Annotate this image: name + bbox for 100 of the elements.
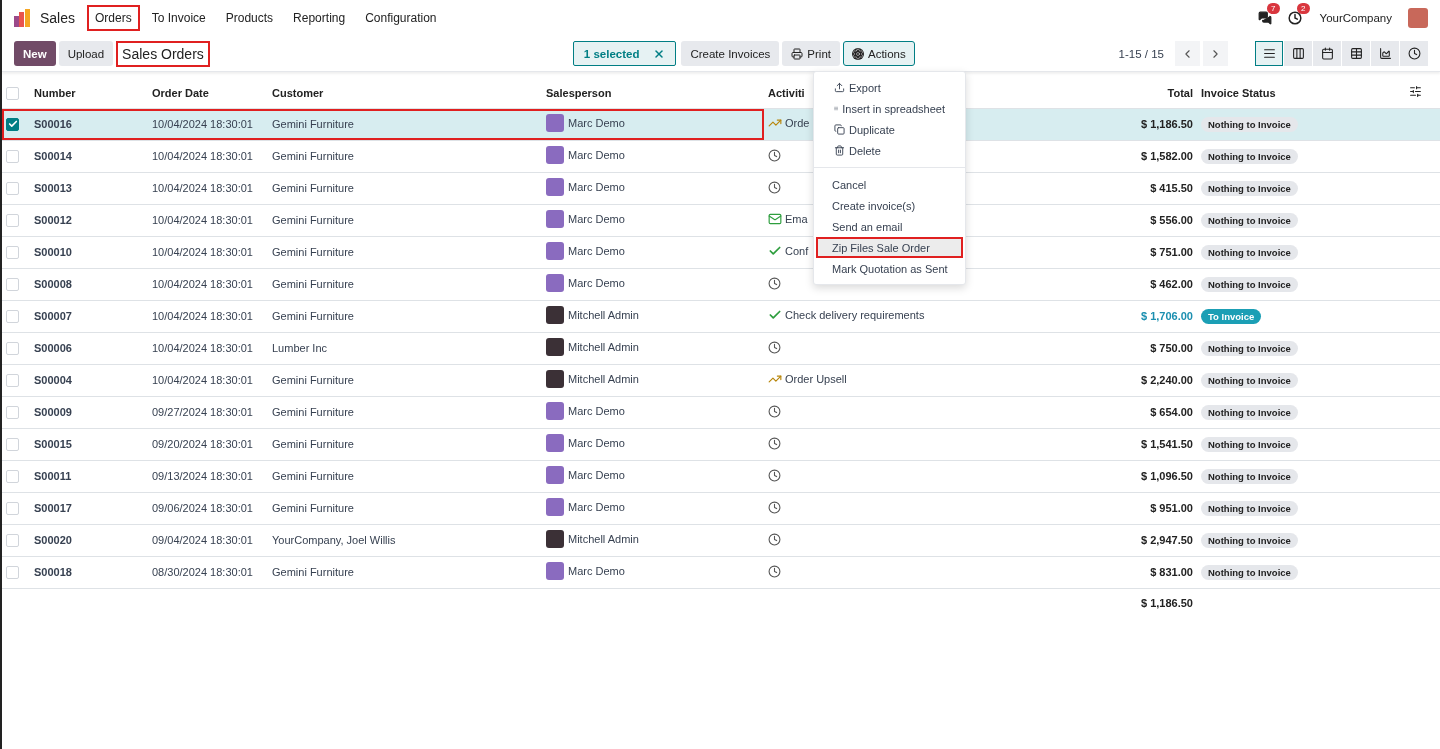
dropdown-menu-item[interactable]: Create invoice(s) xyxy=(816,195,963,216)
view-switch-button[interactable] xyxy=(1400,41,1428,66)
order-number: S00011 xyxy=(34,470,72,482)
column-header[interactable]: Salesperson xyxy=(546,86,612,99)
area-chart-icon xyxy=(1378,47,1392,60)
activity-text: Conf xyxy=(785,245,809,257)
customer-name: Gemini Furniture xyxy=(272,182,354,194)
order-total: $ 1,582.00 xyxy=(1141,150,1193,162)
view-switch-button[interactable] xyxy=(1284,41,1312,66)
count-badge: 7 xyxy=(1267,3,1280,14)
customer-name: Gemini Furniture xyxy=(272,502,354,514)
order-number: S00008 xyxy=(34,278,72,290)
order-total: $ 2,240.00 xyxy=(1141,374,1193,386)
order-date: 10/04/2024 18:30:01 xyxy=(152,182,253,194)
column-header[interactable]: Invoice Status xyxy=(1201,86,1276,99)
menu-item[interactable]: Orders xyxy=(87,5,140,31)
order-date: 10/04/2024 18:30:01 xyxy=(152,374,253,386)
salesperson-name: Marc Demo xyxy=(568,405,625,417)
view-switch-button[interactable] xyxy=(1342,41,1370,66)
order-total: $ 654.00 xyxy=(1150,406,1193,418)
activity-text: Check delivery requirements xyxy=(785,309,925,321)
clock-icon[interactable] xyxy=(768,180,781,194)
close-icon[interactable] xyxy=(653,47,666,60)
row-checkbox[interactable] xyxy=(6,117,19,131)
clock-icon[interactable] xyxy=(768,340,781,354)
trash-icon xyxy=(834,145,845,156)
order-number: S00015 xyxy=(34,438,72,450)
salesperson-name: Mitchell Admin xyxy=(568,341,639,353)
selection-indicator[interactable]: 1 selected xyxy=(572,41,677,66)
order-number: S00004 xyxy=(34,374,72,386)
clock-icon[interactable] xyxy=(768,468,781,482)
clock-icon[interactable] xyxy=(768,148,781,162)
action-button[interactable]: Print xyxy=(782,41,840,66)
order-date: 09/04/2024 18:30:01 xyxy=(152,534,253,546)
selection-count: 1 selected xyxy=(583,47,640,60)
invoice-status-badge: Nothing to Invoice xyxy=(1201,501,1298,516)
sum-total: $ 1,186.50 xyxy=(1141,597,1193,610)
customer-name: Gemini Furniture xyxy=(272,310,354,322)
order-date: 10/04/2024 18:30:01 xyxy=(152,150,253,162)
dropdown-menu-item[interactable]: Mark Quotation as Sent xyxy=(816,258,963,279)
clock-icon[interactable] xyxy=(768,404,781,418)
order-number: S00016 xyxy=(34,118,72,130)
clock-icon[interactable] xyxy=(768,276,781,290)
salesperson-name: Marc Demo xyxy=(568,213,625,225)
customer-name: Gemini Furniture xyxy=(272,214,354,226)
app-name[interactable]: Sales xyxy=(40,10,76,26)
upload-button[interactable]: Upload xyxy=(58,41,114,66)
order-date: 09/20/2024 18:30:01 xyxy=(152,438,253,450)
page-title: Sales Orders xyxy=(116,40,210,67)
clock-icon[interactable] xyxy=(768,532,781,546)
column-header[interactable]: Activiti xyxy=(768,86,805,99)
customer-name: Gemini Furniture xyxy=(272,246,354,258)
action-button[interactable]: Actions xyxy=(843,41,915,66)
envelope-icon xyxy=(768,212,782,226)
clock-icon[interactable] xyxy=(768,436,781,450)
select-all-checkbox[interactable] xyxy=(6,86,19,100)
clock-icon xyxy=(1287,11,1302,25)
salesperson-name: Marc Demo xyxy=(568,149,625,161)
new-button[interactable]: New xyxy=(14,41,56,66)
view-switch-button[interactable] xyxy=(1313,41,1341,66)
salesperson-name: Mitchell Admin xyxy=(568,373,639,385)
dropdown-menu-item[interactable]: Zip Files Sale Order xyxy=(816,237,963,258)
salesperson-name: Marc Demo xyxy=(568,117,625,129)
customer-name: Gemini Furniture xyxy=(272,438,354,450)
order-date: 10/04/2024 18:30:01 xyxy=(152,310,253,322)
company-name[interactable]: YourCompany xyxy=(1319,12,1392,24)
pager-text[interactable]: 1-15 / 15 xyxy=(1118,47,1164,60)
column-settings-icon[interactable] xyxy=(1409,85,1422,99)
column-header[interactable]: Customer xyxy=(272,86,324,99)
invoice-status-badge: Nothing to Invoice xyxy=(1201,469,1298,484)
copy-icon xyxy=(834,124,845,135)
salesperson-name: Marc Demo xyxy=(568,501,625,513)
menu-item[interactable]: To Invoice xyxy=(143,5,214,31)
clock-icon[interactable] xyxy=(768,564,781,578)
dropdown-menu-item[interactable]: Export xyxy=(816,77,963,98)
order-date: 09/06/2024 18:30:01 xyxy=(152,502,253,514)
view-switch-button[interactable] xyxy=(1371,41,1399,66)
column-header[interactable]: Order Date xyxy=(152,86,209,99)
action-button[interactable]: Create Invoices xyxy=(681,41,780,66)
dropdown-menu-item[interactable]: Delete xyxy=(816,140,963,161)
clock-icon[interactable] xyxy=(768,500,781,514)
order-number: S00017 xyxy=(34,502,72,514)
order-date: 10/04/2024 18:30:01 xyxy=(152,246,253,258)
dropdown-menu-item[interactable]: Cancel xyxy=(816,174,963,195)
dropdown-menu-item[interactable]: Duplicate xyxy=(816,119,963,140)
column-header[interactable]: Number xyxy=(34,86,76,99)
kanban-view-icon xyxy=(1291,47,1305,60)
view-switch-button[interactable] xyxy=(1255,41,1283,66)
dropdown-menu-item[interactable]: Send an email xyxy=(816,216,963,237)
dropdown-menu-item[interactable]: Insert in spreadsheet xyxy=(816,98,963,119)
menu-item[interactable]: Products xyxy=(217,5,282,31)
gear-icon xyxy=(852,47,864,60)
customer-name: Gemini Furniture xyxy=(272,470,354,482)
order-date: 08/30/2024 18:30:01 xyxy=(152,566,253,578)
column-header[interactable]: Total xyxy=(1167,86,1193,99)
salesperson-name: Marc Demo xyxy=(568,469,625,481)
menu-item[interactable]: Configuration xyxy=(357,5,445,31)
order-number: S00010 xyxy=(34,246,72,258)
menu-item[interactable]: Reporting xyxy=(285,5,354,31)
order-number: S00013 xyxy=(34,182,72,194)
